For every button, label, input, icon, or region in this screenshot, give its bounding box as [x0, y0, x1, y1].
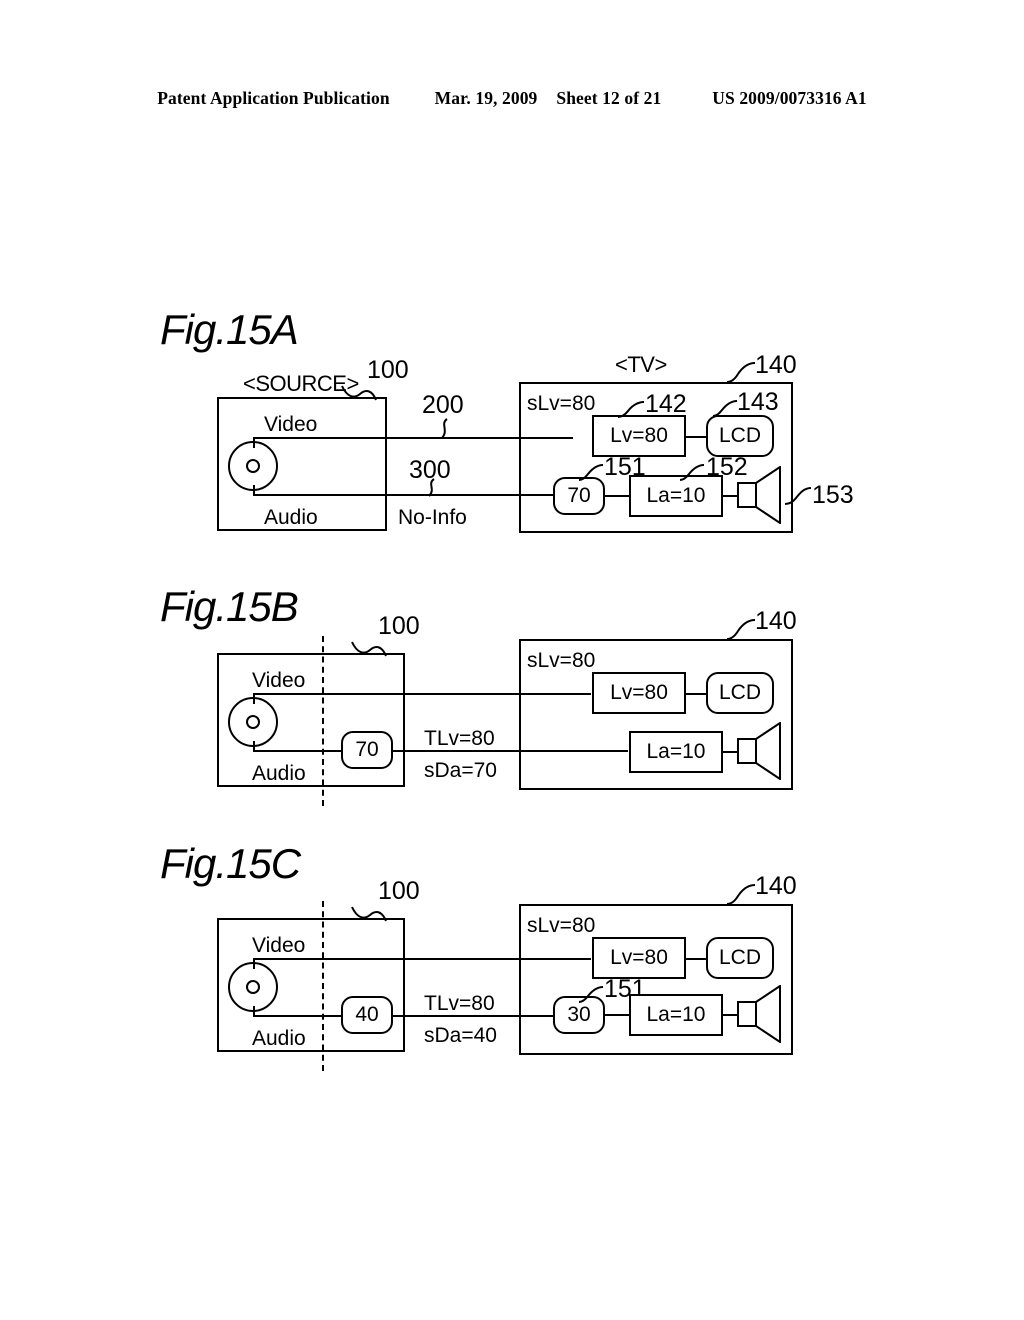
- figure-15c: Fig.15C 100 Video Audio 40 TLv=80 sDa=40…: [0, 0, 1024, 1320]
- tv-vol-node-label-15c: 30: [567, 1003, 591, 1026]
- tv-video-amp-15c: Lv=80: [592, 937, 686, 979]
- audio-signal-line-a-15c: [253, 1015, 341, 1017]
- tv-audio-link2-15c: [723, 1014, 737, 1016]
- tv-ref-15c: 140: [755, 872, 797, 900]
- tv-display-label-15c: LCD: [718, 946, 761, 969]
- tlv-label-15c: TLv=80: [424, 992, 495, 1015]
- tv-vol-node-leader-15c: [578, 986, 604, 1003]
- tv-audio-link1-15c: [605, 1014, 629, 1016]
- video-label-15c: Video: [252, 934, 306, 957]
- tv-video-amp-label-15c: Lv=80: [610, 946, 668, 969]
- tv-display-15c: LCD: [706, 937, 774, 979]
- figure-15c-label: Fig.15C: [160, 840, 301, 887]
- tv-ref-leader-15c: [726, 884, 756, 905]
- source-vol-node-label-15c: 40: [355, 1003, 379, 1026]
- tv-audio-amp-15c: La=10: [629, 994, 723, 1036]
- source-vol-node-15c: 40: [341, 996, 393, 1034]
- sda-label-15c: sDa=40: [424, 1024, 497, 1047]
- audio-label-15c: Audio: [252, 1027, 306, 1050]
- speaker-icon-15c: [737, 985, 781, 1043]
- source-video-stub-15c: [253, 959, 255, 969]
- tv-video-link-15c: [686, 958, 706, 960]
- optical-disc-hole-15c: [246, 980, 260, 994]
- tv-slv-label-15c: sLv=80: [527, 914, 596, 937]
- tv-audio-amp-label-15c: La=10: [646, 1003, 706, 1026]
